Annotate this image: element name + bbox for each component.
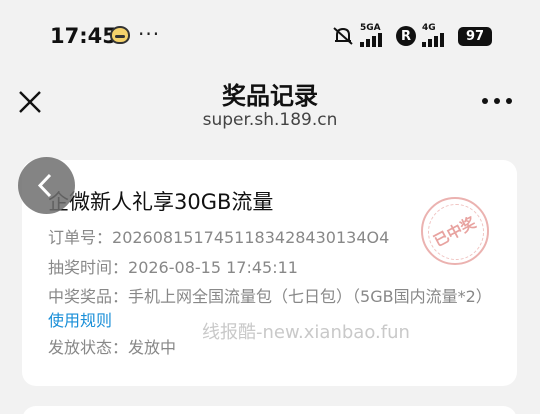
status-more-dots: ··· xyxy=(138,22,161,46)
order-row: 订单号：2026081517451183428430134O4 xyxy=(48,226,389,250)
battery-icon: 97 xyxy=(458,26,492,46)
draw-time-row: 抽奖时间：2026-08-15 17:45:11 xyxy=(48,256,298,280)
more-icon xyxy=(482,98,488,104)
draw-time-label: 抽奖时间： xyxy=(48,258,129,277)
emoji-icon xyxy=(110,26,130,44)
net-type-label: 5GA xyxy=(360,23,381,33)
status-value: 发放中 xyxy=(128,338,177,357)
net-type-label: 4G xyxy=(422,23,436,33)
prize-title: 企微新人礼享30GB流量 xyxy=(48,190,274,214)
won-stamp: 已中奖 xyxy=(421,197,489,265)
watermark: 线报酷-new.xianbao.fun xyxy=(202,322,410,343)
signal-5ga-icon: 5GA xyxy=(360,23,390,47)
more-button[interactable] xyxy=(482,96,514,106)
roaming-icon: R xyxy=(396,26,416,46)
stamp-text: 已中奖 xyxy=(431,212,480,250)
status-row: 发放状态：发放中 xyxy=(48,336,176,360)
status-bar: 17:45 ··· 5GA R 4G 97 xyxy=(0,0,540,70)
prize-value: 手机上网全国流量包（七日包）（5GB国内流量*2） xyxy=(128,287,492,306)
page-title: 奖品记录 xyxy=(222,82,318,110)
order-label: 订单号： xyxy=(48,228,113,247)
page-header: 奖品记录 super.sh.189.cn xyxy=(0,70,540,138)
chevron-left-icon xyxy=(37,173,52,198)
rules-link[interactable]: 使用规则 xyxy=(48,311,112,330)
order-value: 2026081517451183428430134O4 xyxy=(112,228,390,247)
page-url: super.sh.189.cn xyxy=(202,110,338,130)
status-time: 17:45 xyxy=(50,24,117,48)
status-indicators: 5GA R 4G 97 xyxy=(332,23,492,48)
prize-label: 中奖奖品： xyxy=(48,287,129,306)
draw-time-value: 2026-08-15 17:45:11 xyxy=(128,258,298,277)
back-button[interactable] xyxy=(18,157,75,214)
bell-off-icon xyxy=(332,26,354,46)
signal-4g-icon: 4G xyxy=(422,23,452,47)
next-card xyxy=(22,406,517,414)
status-label: 发放状态： xyxy=(48,338,129,357)
